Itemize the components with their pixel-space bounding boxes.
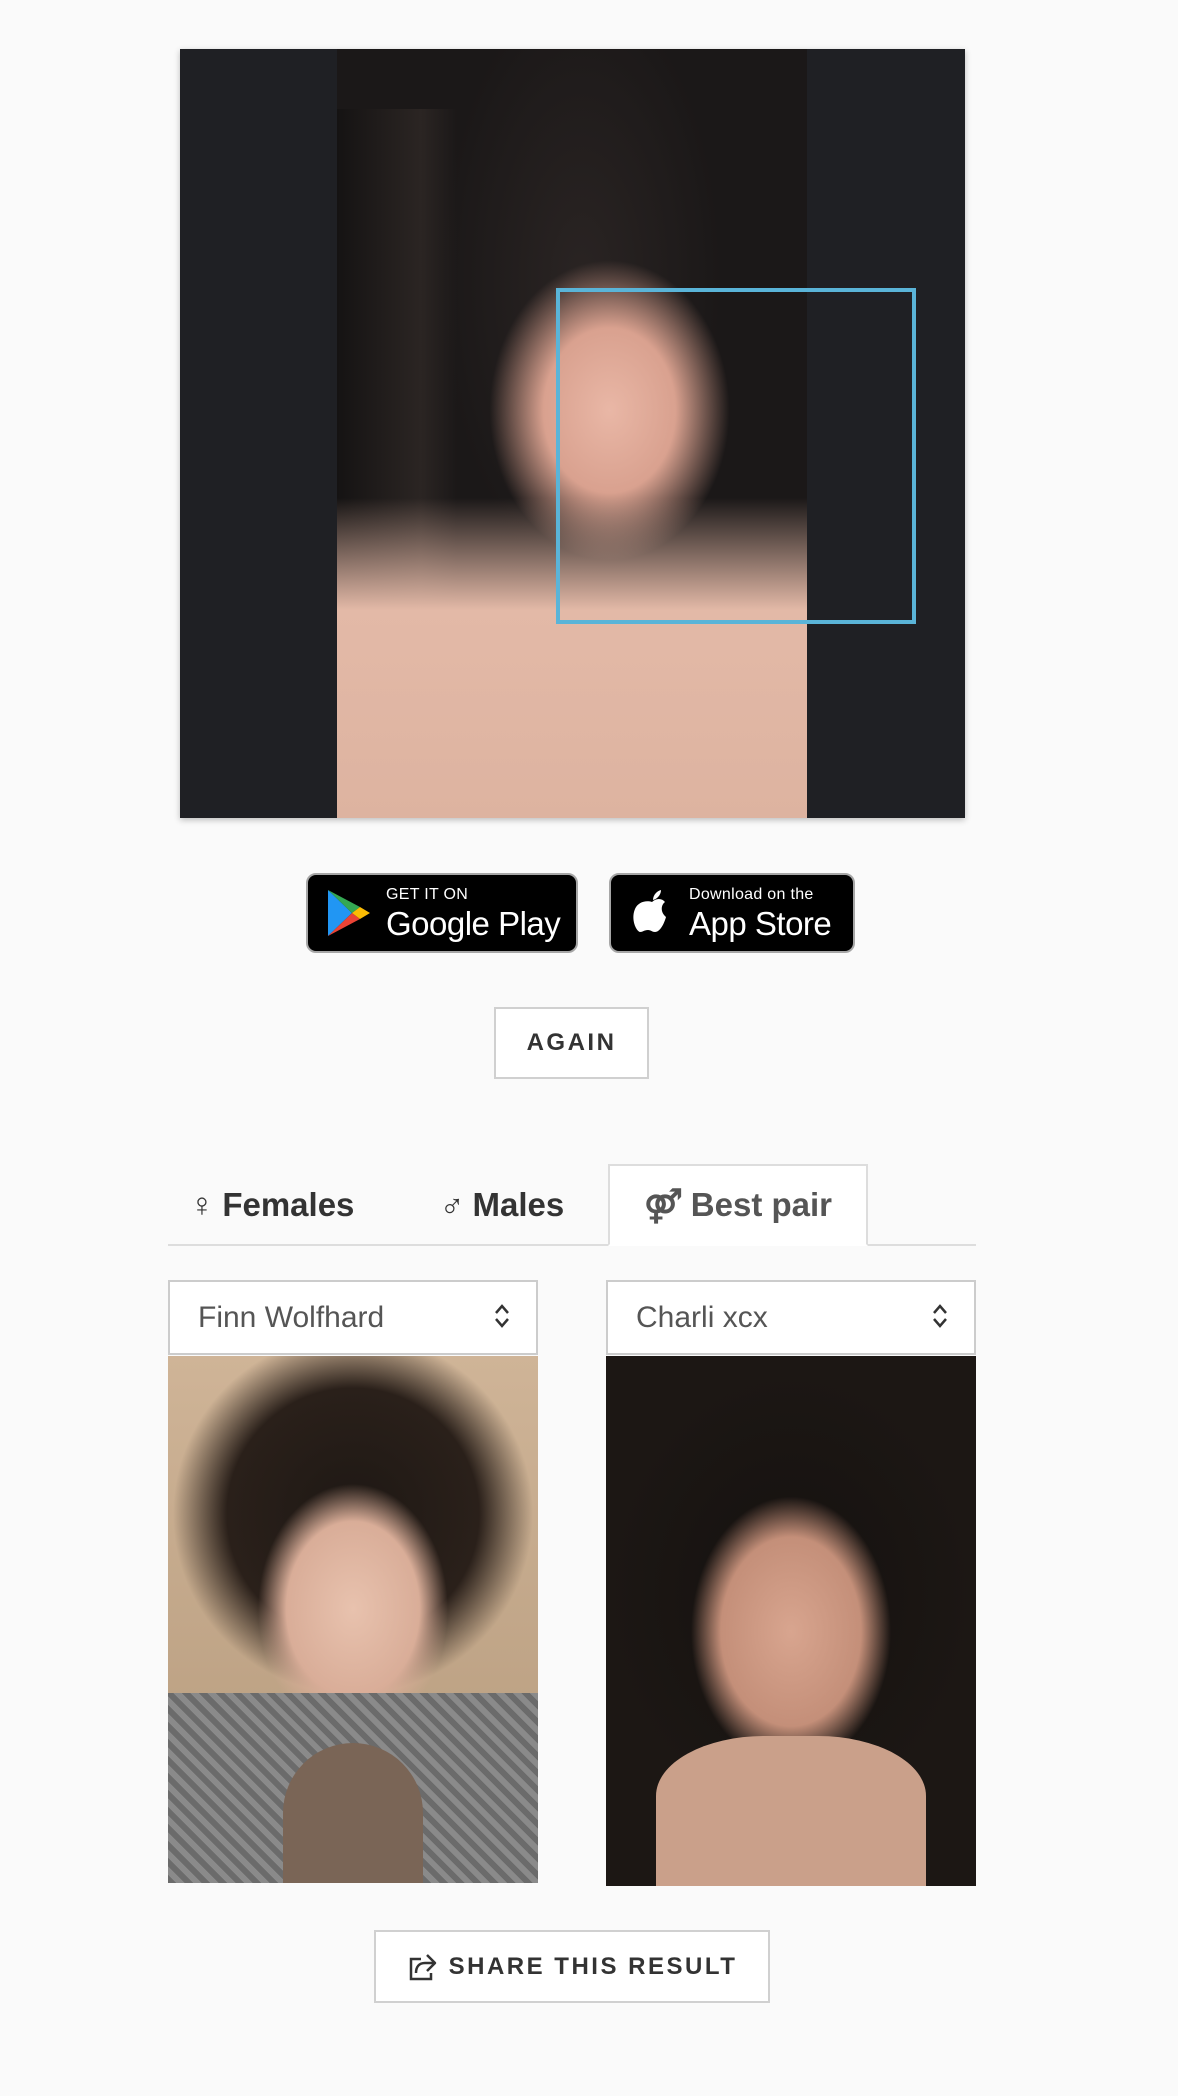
share-result-button[interactable]: SHARE THIS RESULT [374,1930,770,2003]
google-play-icon [320,888,378,938]
tab-best-pair[interactable]: ⚤ Best pair [608,1164,868,1246]
google-play-badge[interactable]: GET IT ON Google Play [306,873,578,953]
again-button[interactable]: AGAIN [494,1007,649,1079]
tab-females[interactable]: ♀ Females [189,1164,355,1246]
chevron-up-down-icon [932,1303,948,1333]
app-store-small-text: Download on the [689,885,814,903]
right-celebrity-name: Charli xcx [636,1300,768,1334]
left-celebrity-photo [168,1356,538,1883]
right-celebrity-select[interactable]: Charli xcx [606,1280,976,1355]
share-icon [407,1953,437,1981]
apple-icon [623,890,681,936]
google-play-big-text: Google Play [386,904,561,942]
right-celebrity-photo [606,1356,976,1886]
app-store-badge[interactable]: Download on the App Store [609,873,855,953]
left-celebrity-select[interactable]: Finn Wolfhard [168,1280,538,1355]
app-store-big-text: App Store [689,904,832,942]
left-celebrity-name: Finn Wolfhard [198,1300,385,1334]
tab-females-label: Females [222,1186,355,1223]
tab-best-pair-label: Best pair [690,1186,832,1223]
pair-icon: ⚤ [644,1186,683,1224]
female-icon: ♀ [189,1186,215,1223]
tab-males-label: Males [472,1186,565,1223]
uploaded-photo [337,49,916,818]
share-result-label: SHARE THIS RESULT [448,1952,738,1980]
tab-males[interactable]: ♂ Males [432,1164,572,1246]
face-detection-box [556,288,916,624]
chevron-up-down-icon [494,1303,510,1333]
results-tabs: ♀ Females ♂ Males ⚤ Best pair [168,1164,976,1246]
male-icon: ♂ [439,1186,465,1223]
google-play-small-text: GET IT ON [386,885,469,903]
uploaded-photo-frame [180,49,965,818]
